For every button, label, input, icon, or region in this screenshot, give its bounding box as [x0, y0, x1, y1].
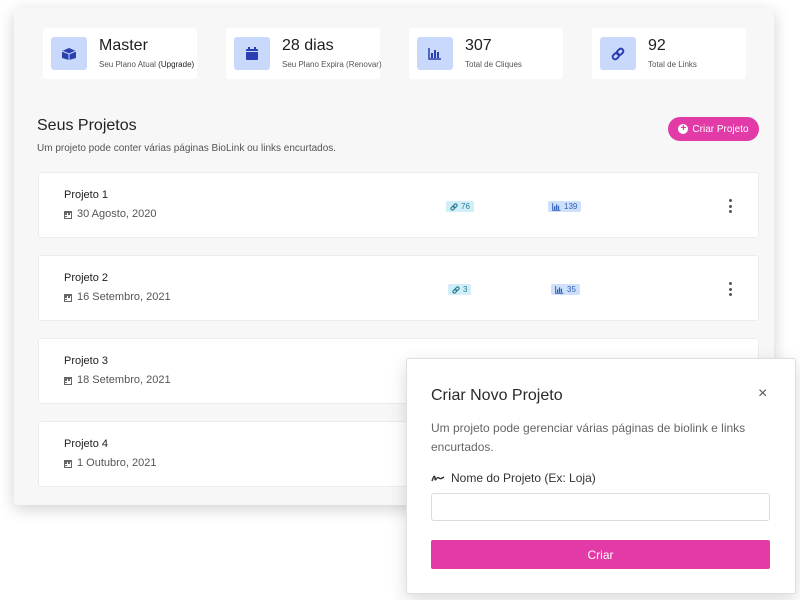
section-title: Seus Projetos — [37, 117, 137, 134]
project-row[interactable]: Projeto 1 30 Agosto, 2020 76 139 — [38, 172, 759, 238]
project-date: 1 Outubro, 2021 — [64, 457, 157, 469]
more-options-icon[interactable] — [725, 199, 735, 213]
links-count-badge: 3 — [448, 284, 472, 295]
plus-circle-icon: + — [678, 124, 689, 134]
project-date-text: 16 Setembro, 2021 — [77, 291, 171, 303]
link-icon — [600, 37, 636, 70]
more-options-icon[interactable] — [725, 282, 735, 296]
clicks-count-badge: 35 — [551, 284, 580, 295]
create-project-button[interactable]: + Criar Projeto — [668, 117, 759, 141]
bar-chart-icon — [552, 202, 561, 211]
plan-value: Master — [99, 37, 148, 54]
links-label: Total de Links — [648, 60, 697, 69]
calendar-icon — [64, 376, 72, 385]
project-name-label-text: Nome do Projeto (Ex: Loja) — [451, 471, 596, 485]
clicks-count: 35 — [567, 285, 576, 294]
project-date: 18 Setembro, 2021 — [64, 374, 171, 386]
project-name-input[interactable] — [431, 493, 770, 521]
create-project-modal: Criar Novo Projeto × Um projeto pode ger… — [406, 358, 796, 594]
modal-description: Um projeto pode gerenciar várias páginas… — [431, 421, 746, 454]
project-date-text: 18 Setembro, 2021 — [77, 374, 171, 386]
upgrade-link[interactable]: (Upgrade) — [158, 60, 194, 69]
project-name[interactable]: Projeto 4 — [64, 438, 108, 450]
project-name[interactable]: Projeto 3 — [64, 355, 108, 367]
links-count: 76 — [461, 202, 470, 211]
links-count: 3 — [463, 285, 468, 294]
stat-card-clicks: 307 Total de Cliques — [409, 28, 563, 79]
bar-chart-icon — [555, 285, 564, 294]
clicks-label: Total de Cliques — [465, 60, 522, 69]
close-icon[interactable]: × — [758, 385, 767, 403]
bar-chart-icon — [417, 37, 453, 70]
modal-title: Criar Novo Projeto — [431, 387, 563, 404]
calendar-icon — [234, 37, 270, 70]
stat-card-plan: Master Seu Plano Atual (Upgrade) — [43, 28, 197, 79]
links-value: 92 — [648, 37, 666, 54]
expiry-value: 28 dias — [282, 37, 334, 54]
clicks-value: 307 — [465, 37, 492, 54]
project-name-label: Nome do Projeto (Ex: Loja) — [431, 471, 596, 485]
link-icon — [450, 202, 458, 211]
project-date-text: 1 Outubro, 2021 — [77, 457, 157, 469]
links-count-badge: 76 — [446, 201, 474, 212]
stat-card-expiry: 28 dias Seu Plano Expira (Renovar) — [226, 28, 382, 79]
expiry-label[interactable]: Seu Plano Expira (Renovar) — [282, 60, 382, 69]
calendar-icon — [64, 210, 72, 219]
project-date: 16 Setembro, 2021 — [64, 291, 171, 303]
calendar-icon — [64, 459, 72, 468]
project-name[interactable]: Projeto 2 — [64, 272, 108, 284]
signature-icon — [431, 475, 445, 482]
project-row[interactable]: Projeto 2 16 Setembro, 2021 3 35 — [38, 255, 759, 321]
clicks-count-badge: 139 — [548, 201, 582, 212]
stat-card-links: 92 Total de Links — [592, 28, 746, 79]
plan-label: Seu Plano Atual (Upgrade) — [99, 60, 194, 69]
plan-label-text: Seu Plano Atual — [99, 60, 156, 69]
project-date: 30 Agosto, 2020 — [64, 208, 157, 220]
create-project-label: Criar Projeto — [692, 123, 749, 135]
clicks-count: 139 — [564, 202, 578, 211]
link-icon — [452, 285, 460, 294]
calendar-icon — [64, 293, 72, 302]
project-date-text: 30 Agosto, 2020 — [77, 208, 157, 220]
create-submit-button[interactable]: Criar — [431, 540, 770, 569]
project-name[interactable]: Projeto 1 — [64, 189, 108, 201]
box-icon — [51, 37, 87, 70]
section-subtitle: Um projeto pode conter várias páginas Bi… — [37, 143, 337, 154]
